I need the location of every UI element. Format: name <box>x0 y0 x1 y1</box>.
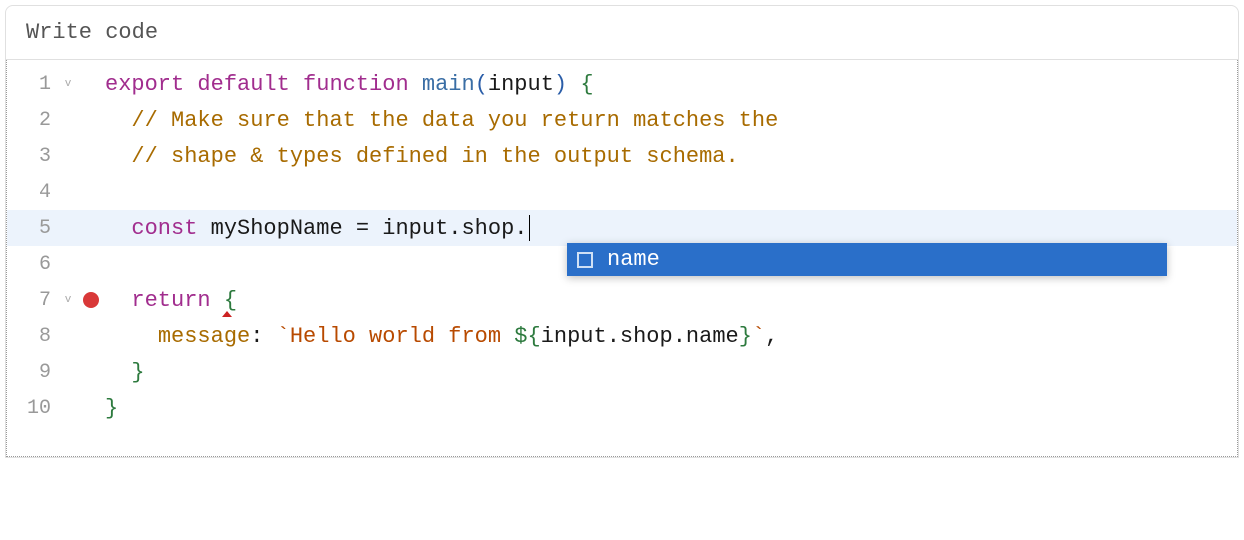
code-content[interactable]: export default function main(input) { <box>105 72 594 97</box>
line-number[interactable]: 2 <box>7 109 59 132</box>
autocomplete-item-label: name <box>607 247 660 272</box>
gutter-marker[interactable] <box>77 292 105 308</box>
code-content[interactable]: const myShopName = input.shop. <box>105 215 530 241</box>
panel-header: Write code <box>6 6 1238 60</box>
line-number[interactable]: 9 <box>7 361 59 384</box>
code-line[interactable]: 2 // Make sure that the data you return … <box>7 102 1237 138</box>
line-number[interactable]: 4 <box>7 181 59 204</box>
code-editor-panel: Write code 1 v export default function m… <box>5 5 1239 458</box>
chevron-down-icon: v <box>65 294 72 306</box>
code-content[interactable]: // Make sure that the data you return ma… <box>105 108 778 133</box>
line-number[interactable]: 1 <box>7 73 59 96</box>
breakpoint-icon[interactable] <box>83 292 99 308</box>
autocomplete-item[interactable]: name <box>567 243 1167 276</box>
line-number[interactable]: 10 <box>7 397 59 420</box>
code-line[interactable]: 7 v return { <box>7 282 1237 318</box>
code-line[interactable]: 10 } <box>7 390 1237 426</box>
code-line[interactable]: 1 v export default function main(input) … <box>7 66 1237 102</box>
code-editor[interactable]: 1 v export default function main(input) … <box>6 60 1238 457</box>
panel-title: Write code <box>26 20 1218 45</box>
code-line[interactable]: 9 } <box>7 354 1237 390</box>
line-number[interactable]: 5 <box>7 217 59 240</box>
code-content[interactable]: return { <box>105 288 237 313</box>
chevron-down-icon: v <box>65 78 72 90</box>
code-line[interactable]: 8 message: `Hello world from ${input.sho… <box>7 318 1237 354</box>
code-content[interactable]: } <box>105 360 145 385</box>
code-line-active[interactable]: 5 const myShopName = input.shop. <box>7 210 1237 246</box>
line-number[interactable]: 3 <box>7 145 59 168</box>
code-content[interactable]: } <box>105 396 118 421</box>
code-content[interactable]: // shape & types defined in the output s… <box>105 144 739 169</box>
fold-toggle[interactable]: v <box>59 294 77 306</box>
line-number[interactable]: 6 <box>7 253 59 276</box>
autocomplete-popup[interactable]: name <box>567 243 1167 276</box>
text-cursor <box>529 215 530 241</box>
line-number[interactable]: 7 <box>7 289 59 312</box>
code-line[interactable]: 4 <box>7 174 1237 210</box>
fold-toggle[interactable]: v <box>59 78 77 90</box>
code-content[interactable]: message: `Hello world from ${input.shop.… <box>105 324 778 349</box>
error-marker[interactable]: { <box>224 288 237 313</box>
property-icon <box>577 252 593 268</box>
code-line[interactable]: 3 // shape & types defined in the output… <box>7 138 1237 174</box>
line-number[interactable]: 8 <box>7 325 59 348</box>
